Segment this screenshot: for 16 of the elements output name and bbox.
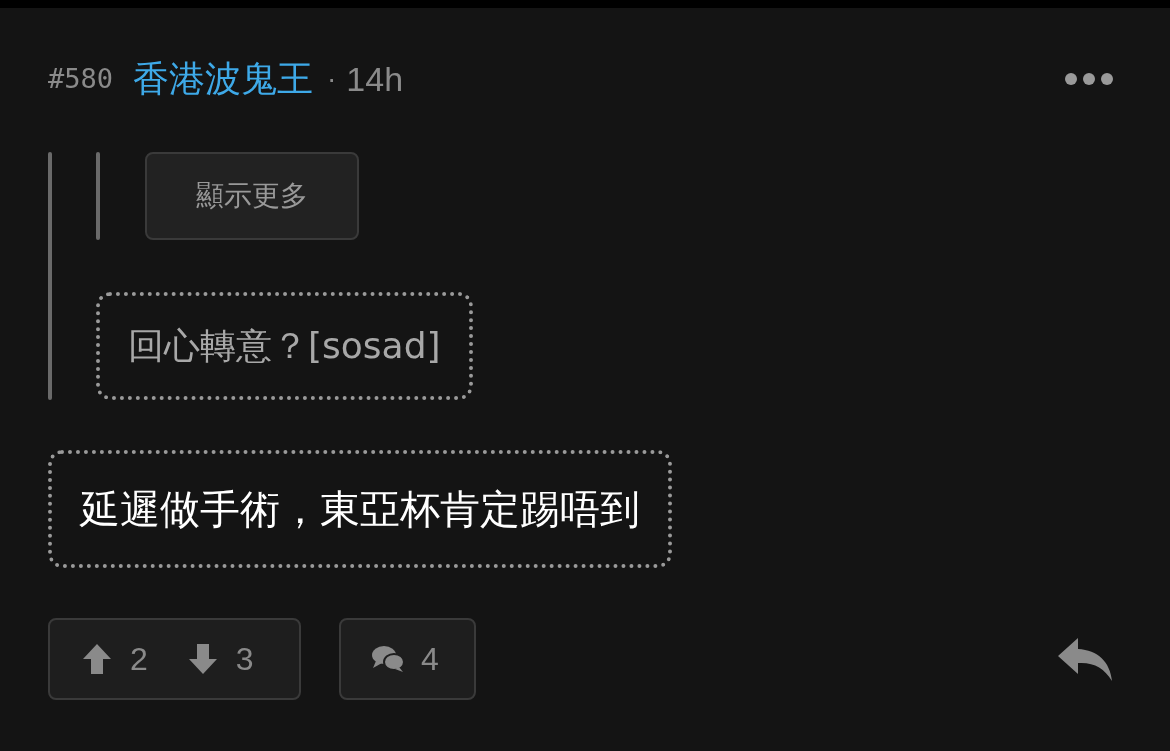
separator-dot: · (327, 62, 337, 96)
upvote-count: 2 (130, 640, 148, 679)
post-time: 14h (346, 58, 404, 100)
comments-button[interactable]: 4 (339, 618, 476, 700)
chat-bubbles-icon (371, 645, 405, 673)
comment-count: 4 (421, 640, 439, 679)
post-body: 延遲做手術，東亞杯肯定踢唔到 (48, 450, 672, 568)
quoted-text: 回心轉意？[sosad] (96, 292, 473, 400)
author-name[interactable]: 香港波鬼王 (133, 52, 314, 106)
reply-arrow-icon[interactable] (1056, 636, 1114, 682)
upvote-arrow-icon[interactable] (82, 643, 112, 675)
post-number: #580 (48, 61, 114, 96)
show-more-button[interactable]: 顯示更多 (145, 152, 359, 240)
more-options-icon[interactable] (1064, 72, 1114, 86)
downvote-arrow-icon[interactable] (187, 643, 218, 675)
downvote-count: 3 (235, 640, 254, 679)
